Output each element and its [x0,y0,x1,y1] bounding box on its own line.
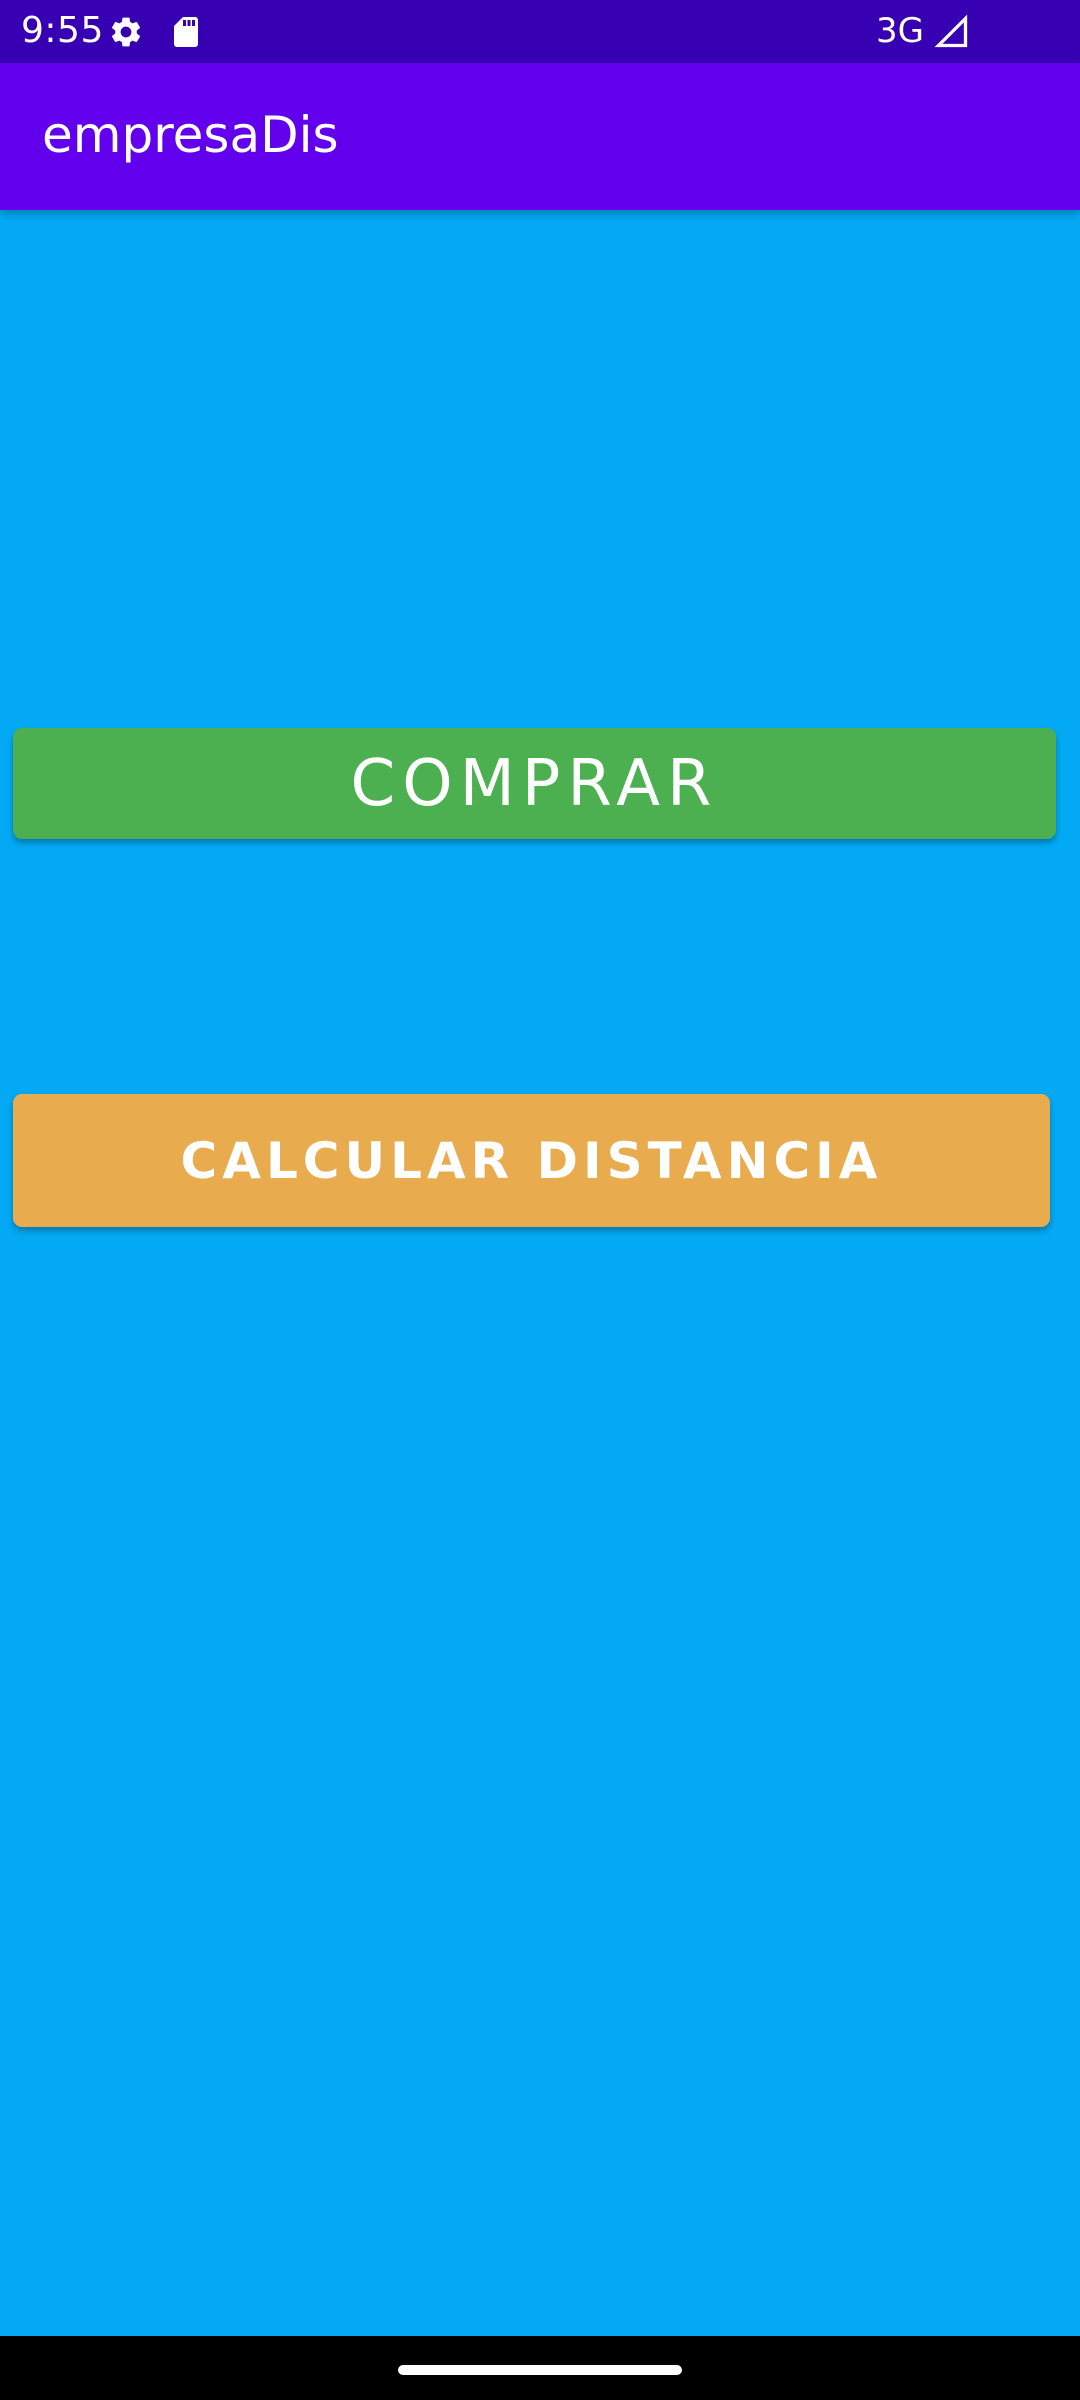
navigation-bar [0,2336,1080,2400]
buy-button[interactable]: COMPRAR [13,728,1056,839]
sd-card-icon [168,14,204,50]
signal-icon [934,14,970,50]
calculate-distance-button[interactable]: CALCULAR DISTANCIA [13,1094,1050,1227]
status-time: 9:55 [21,10,104,51]
home-gesture-handle[interactable] [398,2365,682,2375]
app-bar: empresaDis [0,63,1080,210]
gear-icon [108,14,144,50]
app-title: empresaDis [42,106,339,164]
screen: 9:55 3G empresaDis COMPRAR CALCULAR DIST… [0,0,1080,2400]
network-type-label: 3G [876,11,924,51]
status-bar: 9:55 3G [0,0,1080,63]
